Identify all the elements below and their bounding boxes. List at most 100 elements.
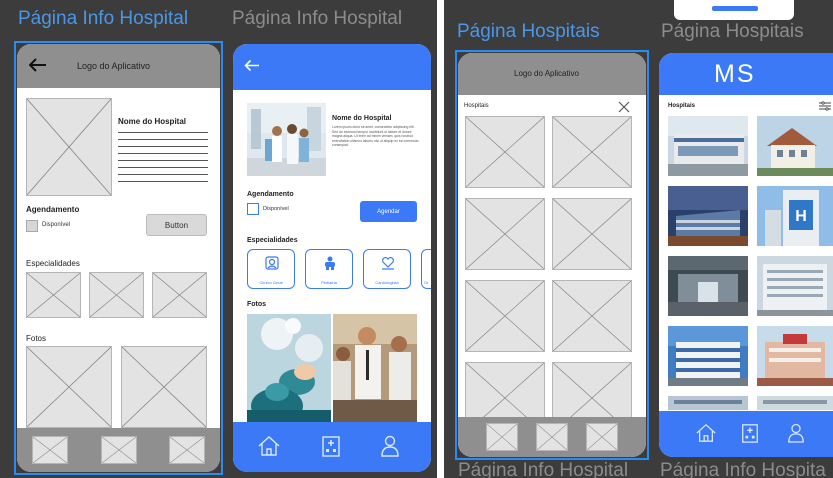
frame-title-list-wire: Página Hospitais <box>457 21 600 42</box>
hospital-card-photo[interactable] <box>668 116 748 176</box>
frame-title-bottom-right: Página Info Hospita <box>660 460 826 478</box>
hospital-card-photo[interactable] <box>668 256 748 316</box>
hospital-card-placeholder[interactable] <box>465 116 545 188</box>
hospital-card-placeholder[interactable] <box>465 198 545 270</box>
nav-placeholder-home[interactable] <box>486 423 518 451</box>
hospital-card-photo[interactable]: H <box>757 186 833 246</box>
specialty-card-cardiologista[interactable]: Cardiologista <box>363 249 411 289</box>
surgery-photo <box>247 314 331 422</box>
hifi-info-screen[interactable]: Nome do Hospital Lorem ipsum dolor sit a… <box>233 44 431 472</box>
specialty-placeholder[interactable] <box>152 272 207 318</box>
wireframe-list-screen[interactable]: Logo do Aplicativo Hospitais <box>458 53 646 457</box>
hospital-card-photo[interactable] <box>757 396 833 410</box>
app-header: MS <box>659 53 833 95</box>
frame-title-info-hifi: Página Info Hospital <box>232 8 403 29</box>
especialidades-label: Especialidades <box>26 259 80 268</box>
photo-placeholder <box>26 346 112 428</box>
text-line <box>118 160 208 161</box>
bottom-nav <box>233 422 431 472</box>
frame-title-info-wire: Página Info Hospital <box>18 8 189 29</box>
text-line <box>118 167 208 168</box>
frame-title-bottom-left: Página Info Hospital <box>458 460 629 478</box>
svg-text:H: H <box>795 208 807 225</box>
hospital-name: Nome do Hospital <box>332 115 392 122</box>
photo-placeholder <box>121 346 207 428</box>
baby-icon <box>325 256 335 270</box>
hifi-list-screen[interactable]: MS Hospitais H <box>659 53 833 457</box>
nav-placeholder-hospitals[interactable] <box>536 423 568 451</box>
doctors-photo <box>333 314 417 422</box>
fotos-label: Fotos <box>26 334 47 343</box>
header-title: Logo do Aplicativo <box>514 69 579 78</box>
app-header <box>233 44 431 90</box>
list-title: Hospitais <box>464 103 489 109</box>
home-icon[interactable] <box>695 423 717 443</box>
text-line <box>118 132 208 133</box>
filter-icon[interactable] <box>819 101 831 111</box>
specialty-card-pediatria[interactable]: Pediatria <box>305 249 353 289</box>
specialty-placeholder[interactable] <box>89 272 144 318</box>
hospital-card-placeholder[interactable] <box>552 280 632 352</box>
bottom-nav <box>659 411 833 457</box>
close-icon[interactable] <box>618 101 630 113</box>
hospital-card-placeholder[interactable] <box>552 198 632 270</box>
back-arrow-icon[interactable] <box>244 59 260 72</box>
fotos-label: Fotos <box>247 301 267 308</box>
app-header: Logo do Aplicativo <box>458 53 646 95</box>
stethoscope-icon <box>265 256 279 270</box>
checkbox-label: Disponível <box>42 222 71 228</box>
user-icon[interactable] <box>787 422 805 444</box>
wireframe-info-screen[interactable]: Logo do Aplicativo Nome do Hospital Agen… <box>17 44 220 472</box>
especialidades-label: Especialidades <box>247 237 298 244</box>
back-arrow-icon[interactable] <box>29 58 47 72</box>
header-title: Logo do Aplicativo <box>77 61 151 71</box>
hospital-card-placeholder[interactable] <box>552 116 632 188</box>
hospital-icon[interactable] <box>740 422 760 444</box>
toolbar-indicator <box>712 6 758 11</box>
specialty-label: Pediatria <box>321 280 337 285</box>
bottom-nav <box>17 428 220 472</box>
hospital-card-placeholder[interactable] <box>465 280 545 352</box>
hospital-card-photo[interactable] <box>668 326 748 386</box>
bottom-nav <box>458 417 646 457</box>
specialty-card-clinico-geral[interactable]: Clínico Geral <box>247 249 295 289</box>
hospital-card-photo[interactable] <box>757 256 833 316</box>
text-line <box>118 146 208 147</box>
nav-placeholder-profile[interactable] <box>169 436 205 464</box>
specialty-label: Clínico Geral <box>259 280 283 285</box>
hospital-card-photo[interactable] <box>668 186 748 246</box>
nav-placeholder-profile[interactable] <box>586 423 618 451</box>
app-header: Logo do Aplicativo <box>17 44 220 88</box>
available-checkbox[interactable] <box>247 203 259 215</box>
specialty-card-partial[interactable]: Or <box>421 249 431 289</box>
specialty-placeholder[interactable] <box>26 272 81 318</box>
specialty-label: Cardiologista <box>375 280 399 285</box>
text-line <box>118 139 208 140</box>
schedule-button[interactable]: Agendar <box>360 201 417 222</box>
home-icon[interactable] <box>257 435 281 457</box>
hospital-name: Nome do Hospital <box>118 117 187 126</box>
hospital-description: Lorem ipsum dolor sit amet, consectetur … <box>332 125 419 148</box>
available-checkbox[interactable] <box>26 220 38 232</box>
text-line <box>118 181 208 182</box>
heart-hand-icon <box>382 257 394 270</box>
schedule-button[interactable]: Button <box>146 214 207 236</box>
agendamento-label: Agendamento <box>26 205 80 214</box>
nav-placeholder-hospitals[interactable] <box>101 436 137 464</box>
checkbox-label: Disponível <box>263 206 289 212</box>
hospital-card-photo[interactable] <box>757 326 833 386</box>
canvas-right: Página Hospitais Página Hospitais Logo d… <box>444 0 833 478</box>
hospital-card-photo[interactable] <box>668 396 748 410</box>
canvas-left: Página Info Hospital Página Info Hospita… <box>0 0 437 478</box>
hospital-image-placeholder <box>26 98 112 196</box>
toolbar-popup[interactable] <box>674 0 794 20</box>
user-icon[interactable] <box>380 434 400 458</box>
agendamento-label: Agendamento <box>247 191 294 198</box>
app-logo-text: MS <box>714 60 756 88</box>
hospital-icon[interactable] <box>320 434 342 458</box>
nav-placeholder-home[interactable] <box>32 436 68 464</box>
hospital-card-photo[interactable] <box>757 116 833 176</box>
text-line <box>118 174 208 175</box>
specialty-label: Or <box>424 280 429 285</box>
list-title: Hospitais <box>668 103 696 109</box>
